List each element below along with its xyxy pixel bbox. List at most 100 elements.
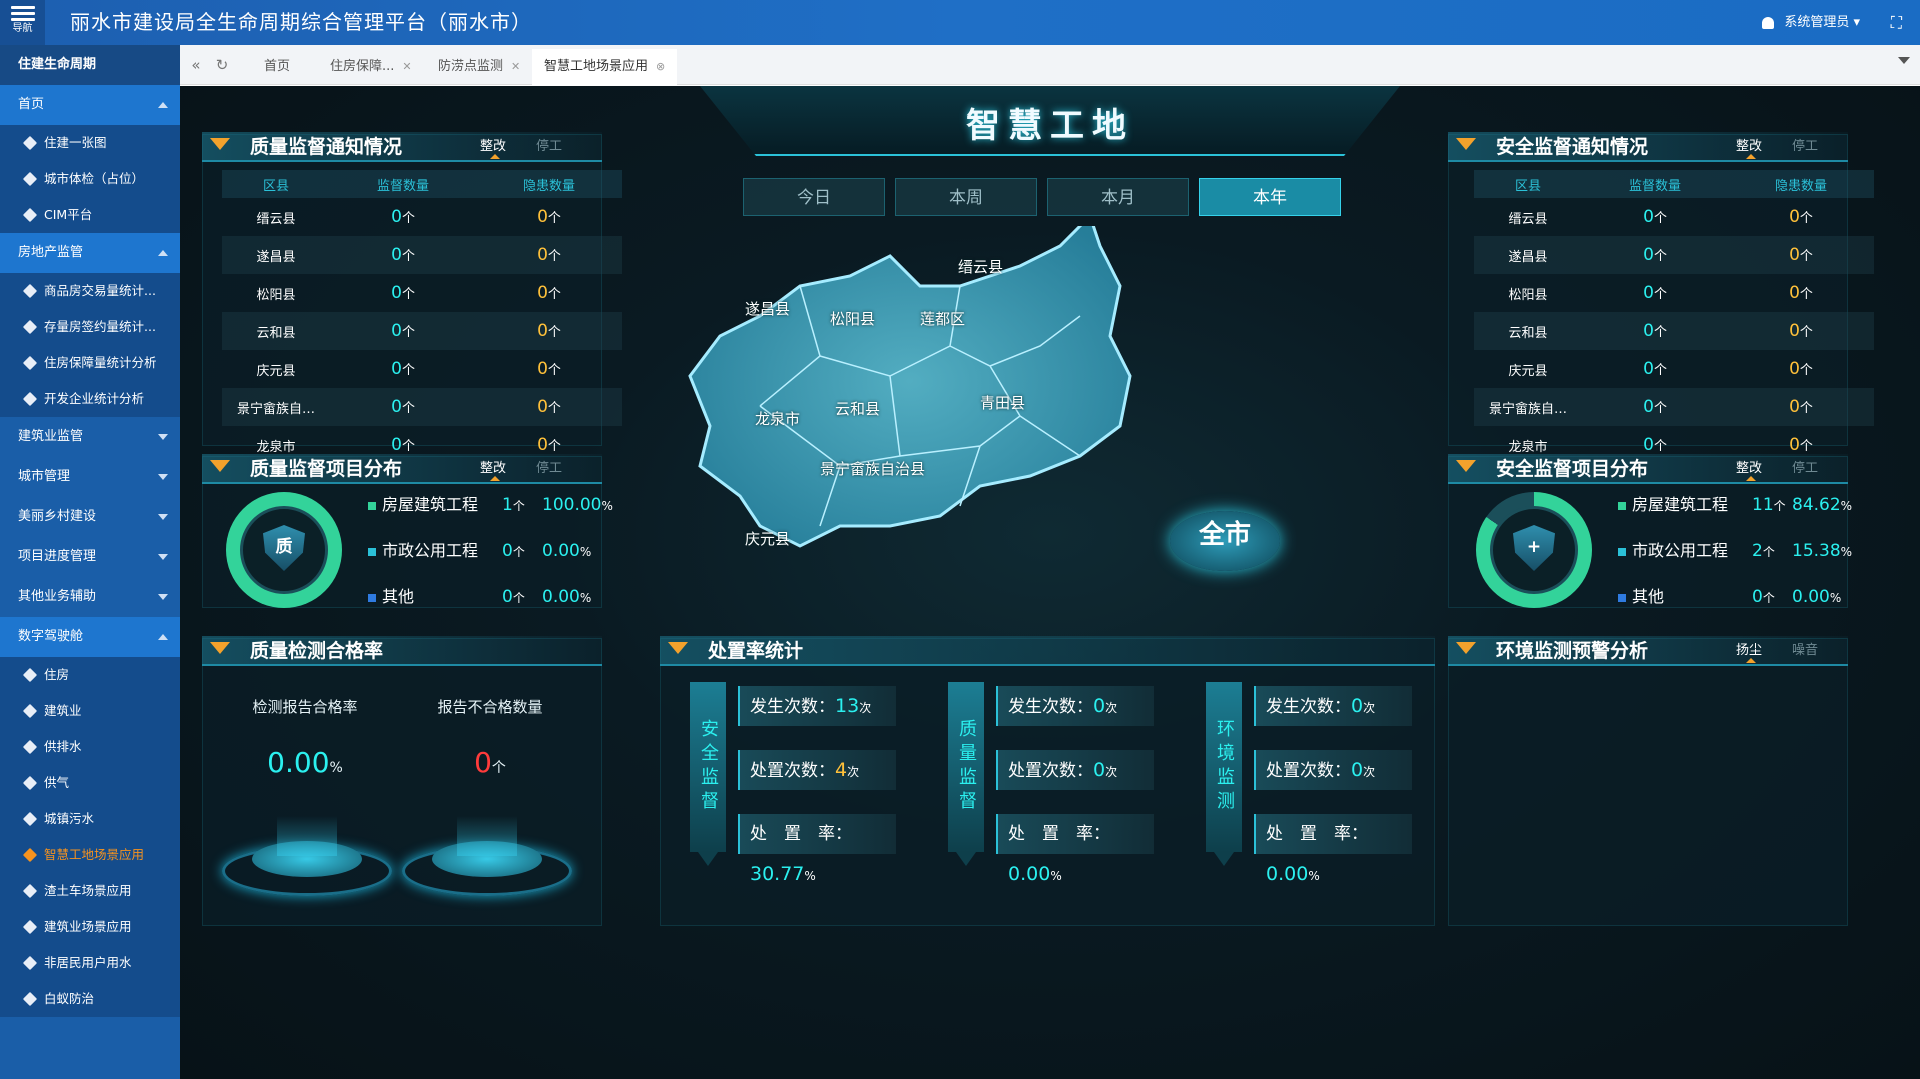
stop-switch[interactable]: 停工: [1792, 132, 1818, 162]
sidebar-group[interactable]: 城市管理: [0, 457, 180, 497]
supervision-count-cell: 0个: [330, 388, 477, 426]
sidebar-group[interactable]: 项目进度管理: [0, 537, 180, 577]
map-district-label[interactable]: 遂昌县: [745, 298, 790, 319]
tab-smart-site[interactable]: 智慧工地场景应用 ⊗: [532, 49, 678, 85]
supervision-count-cell: 0个: [391, 359, 415, 379]
map-district-label[interactable]: 云和县: [835, 398, 880, 419]
period-button[interactable]: 本月: [1047, 178, 1189, 216]
risk-count-cell: 0个: [537, 207, 561, 227]
sidebar-item[interactable]: 存量房签约量统计...: [0, 309, 180, 345]
fix-switch[interactable]: 整改: [480, 454, 506, 484]
map-district-label[interactable]: 庆元县: [745, 528, 790, 549]
refresh-icon[interactable]: ↻: [206, 45, 238, 85]
risk-count-cell: 0个: [1728, 388, 1874, 426]
sidebar-item[interactable]: 非居民用户用水: [0, 945, 180, 981]
sidebar-item-label: 商品房交易量统计...: [44, 283, 156, 298]
chevron-up-icon: [158, 250, 168, 256]
stop-switch[interactable]: 停工: [1792, 454, 1818, 484]
sidebar-header: 住建生命周期: [0, 45, 180, 85]
cube-icon: [22, 847, 38, 863]
area-cell: 缙云县: [1508, 211, 1548, 227]
sidebar-group-label: 项目进度管理: [18, 549, 97, 564]
handling-group-label: 质量监督: [948, 682, 984, 866]
sidebar-item-label: 住房保障量统计分析: [44, 355, 157, 370]
map-district-label[interactable]: 松阳县: [830, 308, 875, 329]
lishui-map: [688, 226, 1132, 548]
dist-count: 0个: [1752, 587, 1775, 607]
map-district-label[interactable]: 景宁畲族自治县: [820, 458, 925, 479]
sidebar-item-label: 存量房签约量统计...: [44, 319, 156, 334]
sidebar-item[interactable]: 建筑业: [0, 693, 180, 729]
close-icon[interactable]: ⊗: [656, 60, 665, 73]
safety-notice-table: 区县 监督数量 隐患数量 缙云县 0个 0个 遂昌县 0个 0个 松阳县 0个 0个 云和县 0个 0个 庆元…: [1474, 170, 1874, 464]
sidebar-item[interactable]: 开发企业统计分析: [0, 381, 180, 417]
tab-housing[interactable]: 住房保障... ✕: [318, 49, 424, 85]
sidebar-group[interactable]: 美丽乡村建设: [0, 497, 180, 537]
chevron-down-icon: [158, 474, 168, 480]
close-icon[interactable]: ✕: [511, 60, 520, 73]
sidebar-item[interactable]: 白蚁防治: [0, 981, 180, 1017]
sidebar-group-label: 其他业务辅助: [18, 589, 97, 604]
area-cell: 松阳县: [256, 287, 296, 303]
fullscreen-icon[interactable]: ⛶: [1891, 13, 1902, 33]
sidebar-item[interactable]: 住建一张图: [0, 125, 180, 161]
table-header: 监督数量: [330, 170, 477, 198]
sidebar-item[interactable]: 城镇污水: [0, 801, 180, 837]
sidebar-item[interactable]: 供气: [0, 765, 180, 801]
quality-dist-title: 质量监督项目分布 整改 停工: [202, 454, 602, 484]
period-button[interactable]: 本年: [1199, 178, 1341, 216]
dust-switch[interactable]: 扬尘: [1736, 636, 1762, 666]
app-title: 丽水市建设局全生命周期综合管理平台（丽水市）: [70, 10, 532, 34]
fix-switch[interactable]: 整改: [1736, 454, 1762, 484]
table-row: 庆元县 0个 0个: [1474, 350, 1874, 388]
sidebar-item[interactable]: CIM平台: [0, 197, 180, 233]
dist-percent: 0.00%: [542, 541, 592, 561]
table-row: 遂昌县 0个 0个: [222, 236, 622, 274]
map-district-label[interactable]: 青田县: [980, 392, 1025, 413]
sidebar-item-label: 非居民用户用水: [44, 955, 132, 970]
noise-switch[interactable]: 噪音: [1792, 636, 1818, 666]
chevron-up-icon: [158, 634, 168, 640]
cube-icon: [22, 739, 38, 755]
sidebar-group[interactable]: 其他业务辅助: [0, 577, 180, 617]
close-icon[interactable]: ✕: [402, 60, 411, 73]
distribution-row: 房屋建筑工程 1个 100.00%: [368, 491, 613, 515]
dist-percent: 15.38%: [1792, 541, 1853, 561]
stop-switch[interactable]: 停工: [536, 454, 562, 484]
cube-icon: [22, 283, 38, 299]
sidebar-item[interactable]: 渣土车场景应用: [0, 873, 180, 909]
sidebar-group[interactable]: 数字驾驶舱: [0, 617, 180, 657]
tab-home[interactable]: 首页: [252, 49, 302, 85]
period-button[interactable]: 今日: [743, 178, 885, 216]
sidebar-item[interactable]: 智慧工地场景应用: [0, 837, 180, 873]
all-city-button[interactable]: 全市: [1170, 514, 1280, 551]
sidebar-item[interactable]: 城市体检（占位）: [0, 161, 180, 197]
sidebar-item[interactable]: 建筑业场景应用: [0, 909, 180, 945]
sidebar-item[interactable]: 住房保障量统计分析: [0, 345, 180, 381]
map-district-label[interactable]: 莲都区: [920, 308, 965, 329]
tabs-dropdown-icon[interactable]: [1898, 57, 1910, 64]
sidebar-item[interactable]: 商品房交易量统计...: [0, 273, 180, 309]
supervision-count-cell: 0个: [391, 283, 415, 303]
stop-switch[interactable]: 停工: [536, 132, 562, 162]
tab-flood[interactable]: 防涝点监测 ✕: [426, 49, 532, 85]
nav-menu-button[interactable]: 导航: [0, 0, 45, 45]
chevron-down-icon: [158, 554, 168, 560]
user-menu[interactable]: 系统管理员 ▾: [1762, 0, 1860, 45]
sidebar-group[interactable]: 建筑业监管: [0, 417, 180, 457]
map-district-label[interactable]: 龙泉市: [755, 408, 800, 429]
sidebar-group[interactable]: 房地产监管: [0, 233, 180, 273]
fix-switch[interactable]: 整改: [1736, 132, 1762, 162]
env-panel: [1448, 638, 1848, 926]
sidebar-group[interactable]: 首页: [0, 85, 180, 125]
fix-switch[interactable]: 整改: [480, 132, 506, 162]
period-button[interactable]: 本周: [895, 178, 1037, 216]
handling-title: 处置率统计: [660, 636, 1435, 666]
sidebar-item[interactable]: 供排水: [0, 729, 180, 765]
sidebar-item-label: 建筑业: [44, 703, 82, 718]
podium-graphic: [402, 806, 572, 896]
sidebar-item[interactable]: 住房: [0, 657, 180, 693]
sidebar-item-label: 智慧工地场景应用: [44, 847, 145, 862]
map-district-label[interactable]: 缙云县: [958, 256, 1003, 277]
supervision-count-cell: 0个: [391, 207, 415, 227]
